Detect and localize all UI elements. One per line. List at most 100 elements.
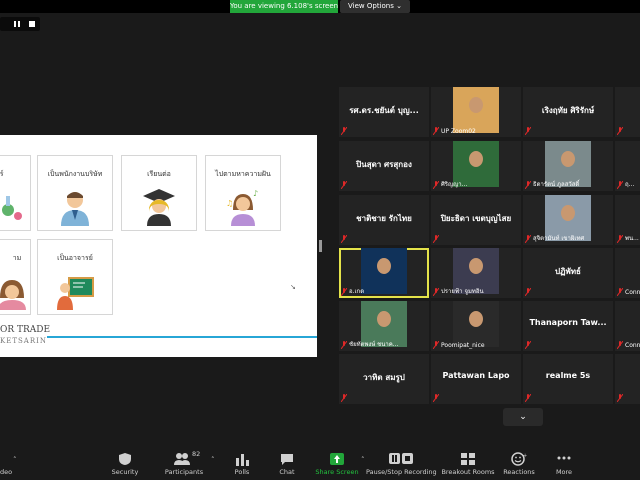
- participant-caption: ศิริญญา...: [441, 181, 468, 188]
- participant-name: ปิยะธิดา เขตบุญไสย: [440, 214, 512, 223]
- muted-mic-icon: [617, 235, 623, 243]
- more-button[interactable]: More: [548, 450, 580, 480]
- participant-caption: สุจิตามันท์ เขาผิเทศ: [533, 235, 585, 242]
- participant-tile[interactable]: Conne...: [615, 248, 640, 298]
- card-6: เป็นอาจารย์: [37, 239, 113, 315]
- participant-face-icon: [469, 151, 483, 167]
- participant-caption: Poomipat_nice: [441, 342, 485, 349]
- reactions-button[interactable]: + Reactions: [500, 450, 538, 480]
- muted-mic-icon: [433, 288, 439, 296]
- participant-tile[interactable]: UP Zoom02: [431, 87, 521, 137]
- card-1: ศาสตร์: [0, 155, 31, 231]
- breakout-rooms-icon: [461, 453, 475, 465]
- participant-tile[interactable]: นา...: [615, 87, 640, 137]
- participant-caption: พน...: [625, 235, 639, 242]
- mini-controls: [0, 17, 40, 31]
- muted-mic-icon: [341, 235, 347, 243]
- participant-tile[interactable]: ชัยทัตพงษ์ ชนาค...: [339, 301, 429, 351]
- gallery-next-page-button[interactable]: ⌄: [503, 408, 543, 426]
- participant-name: Thanaporn Taw...: [529, 318, 607, 327]
- split-divider-handle[interactable]: [319, 240, 322, 252]
- view-options-button[interactable]: View Options ⌄: [340, 0, 410, 13]
- participant-tile[interactable]: ก...: [615, 354, 640, 404]
- participant-name: เริงฤทัย ศิริรักษ์: [541, 106, 595, 115]
- footer-accent-line: [47, 336, 317, 338]
- singer-icon: ♪♫: [226, 189, 258, 226]
- muted-mic-icon: [525, 127, 531, 135]
- muted-mic-icon: [617, 394, 623, 402]
- corner-mark: ↘: [290, 283, 296, 291]
- participant-tile[interactable]: ธิดารัตน์ ภูลสวัสดิ์: [523, 141, 613, 191]
- muted-mic-icon: [433, 235, 439, 243]
- participant-tile[interactable]: ปิยะธิดา เขตบุญไสย: [431, 195, 521, 245]
- participant-tile[interactable]: สุจิตามันท์ เขาผิเทศ: [523, 195, 613, 245]
- breakout-rooms-button[interactable]: Breakout Rooms: [440, 450, 496, 480]
- share-options-caret-icon[interactable]: ˄: [361, 456, 365, 464]
- chat-label: Chat: [279, 468, 295, 476]
- participant-tile[interactable]: ศิริญญา...: [431, 141, 521, 191]
- card-3: เรียนต่อ: [121, 155, 197, 231]
- muted-mic-icon: [617, 288, 623, 296]
- participant-tile[interactable]: ปรายฟ้า จูมทอิน: [431, 248, 521, 298]
- participants-options-caret-icon[interactable]: ˄: [211, 456, 215, 464]
- participant-caption: อ.เกด: [349, 288, 365, 295]
- participant-tile[interactable]: Poomipat_nice: [431, 301, 521, 351]
- participant-tile[interactable]: W... Conne...: [615, 301, 640, 351]
- person-icon: [0, 280, 26, 310]
- participant-video: [453, 301, 499, 347]
- participant-name: รศ.ดร.ชยันต์ บุญ...: [349, 106, 419, 115]
- participant-tile[interactable]: พน...: [615, 195, 640, 245]
- more-label: More: [555, 468, 573, 476]
- more-dots-icon: [557, 456, 571, 460]
- svg-text:♫: ♫: [226, 199, 233, 208]
- participant-tile[interactable]: ฤ...: [615, 141, 640, 191]
- participant-face-icon: [469, 258, 483, 274]
- participant-tile[interactable]: ชาติชาย รักไทย: [339, 195, 429, 245]
- footer-text-brand: OR TRADE: [0, 325, 51, 335]
- participant-name: นา...: [615, 104, 640, 117]
- participant-caption: Conne...: [625, 342, 640, 349]
- security-button[interactable]: Security: [105, 450, 145, 480]
- pause-icon[interactable]: [14, 21, 20, 27]
- participant-caption: Conne...: [625, 289, 640, 296]
- muted-mic-icon: [433, 394, 439, 402]
- pause-stop-recording-label: Pause/Stop Recording: [366, 468, 437, 476]
- participants-button[interactable]: 82 Participants: [160, 450, 208, 480]
- participant-tile[interactable]: เริงฤทัย ศิริรักษ์: [523, 87, 613, 137]
- participant-tile[interactable]: Pattawan Lapo: [431, 354, 521, 404]
- participant-face-icon: [561, 205, 575, 221]
- recording-controls-icon: [389, 453, 413, 464]
- participant-caption: UP Zoom02: [441, 128, 476, 135]
- participant-name: Pattawan Lapo: [442, 371, 510, 380]
- muted-mic-icon: [341, 341, 347, 349]
- polls-button[interactable]: Polls: [225, 450, 259, 480]
- graduate-icon: [143, 189, 175, 226]
- participant-tile[interactable]: ปินสุดา ศรสุกอง: [339, 141, 429, 191]
- meeting-toolbar: deo ˄ Security 82 Participants ˄ Polls C…: [0, 448, 640, 480]
- muted-mic-icon: [433, 181, 439, 189]
- participant-tile[interactable]: Thanaporn Taw...: [523, 301, 613, 351]
- participant-name: ปฏิพัทธ์: [555, 267, 581, 276]
- pause-stop-recording-button[interactable]: Pause/Stop Recording: [366, 450, 437, 480]
- share-screen-button[interactable]: Share Screen: [314, 450, 360, 480]
- footer-text-name: KETSARIN: [0, 337, 48, 345]
- teacher-icon: [57, 277, 94, 310]
- participant-tile[interactable]: ปฏิพัทธ์: [523, 248, 613, 298]
- participant-caption: ธิดารัตน์ ภูลสวัสดิ์: [533, 181, 580, 188]
- participant-tile[interactable]: รศ.ดร.ชยันต์ บุญ...: [339, 87, 429, 137]
- participant-caption: ปรายฟ้า จูมทอิน: [441, 288, 484, 295]
- muted-mic-icon: [525, 181, 531, 189]
- stop-icon[interactable]: [29, 21, 35, 27]
- muted-mic-icon: [433, 341, 439, 349]
- share-screen-icon: [330, 453, 344, 465]
- participant-face-icon: [469, 97, 483, 113]
- chat-button[interactable]: Chat: [271, 450, 303, 480]
- video-options-caret-icon[interactable]: ˄: [13, 456, 17, 464]
- video-button[interactable]: deo: [0, 450, 18, 480]
- muted-mic-icon: [525, 394, 531, 402]
- participant-tile[interactable]: realme 5s: [523, 354, 613, 404]
- participant-tile[interactable]: อ.เกด: [339, 248, 429, 298]
- participant-tile[interactable]: วาทิต สมรูป: [339, 354, 429, 404]
- participant-name: realme 5s: [545, 371, 591, 380]
- card-label: ไปตามหาความฝัน: [215, 170, 271, 178]
